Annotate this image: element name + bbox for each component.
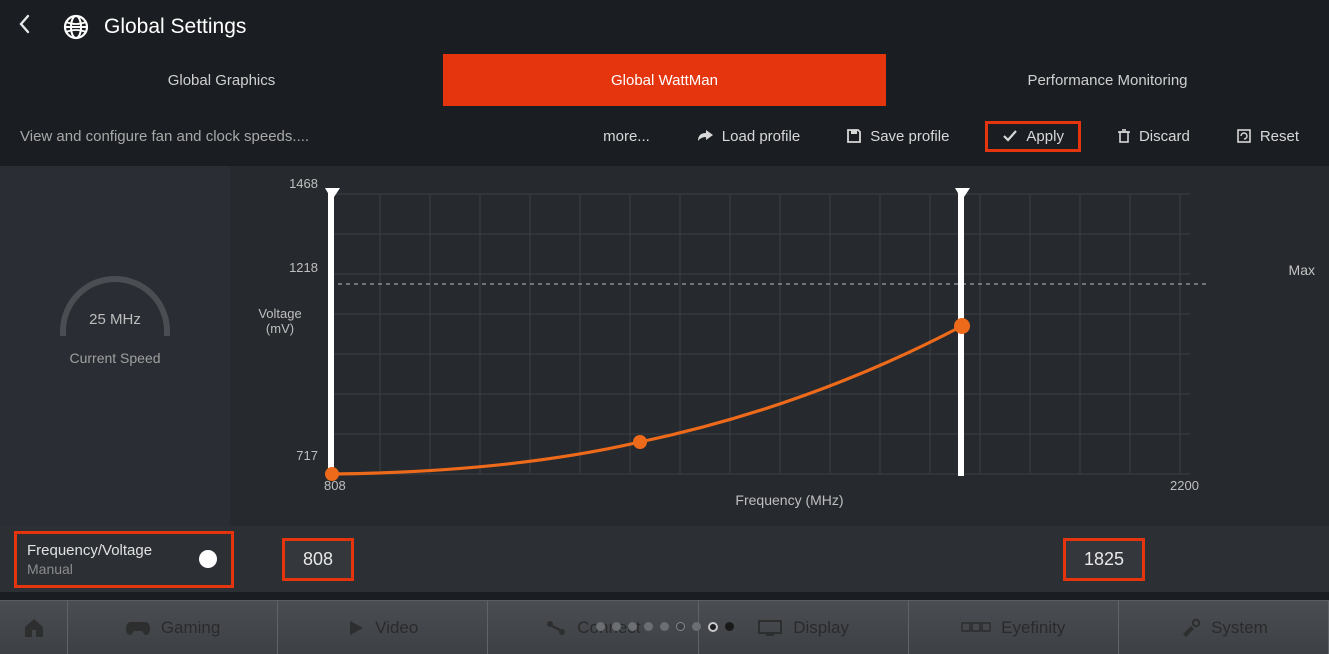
- y-tick: 1468: [268, 176, 318, 191]
- globe-icon: [62, 13, 90, 41]
- freq-min-input[interactable]: 808: [282, 538, 354, 581]
- nav-label: Gaming: [161, 618, 221, 638]
- y-axis-label: Voltage (mV): [250, 306, 310, 336]
- gamepad-icon: [125, 619, 151, 637]
- check-icon: [1002, 129, 1018, 143]
- trash-icon: [1117, 128, 1131, 144]
- back-button[interactable]: [18, 14, 32, 40]
- discard-label: Discard: [1139, 128, 1190, 145]
- x-tick: 2200: [1170, 478, 1199, 493]
- x-tick: 808: [324, 478, 346, 493]
- save-profile-label: Save profile: [870, 128, 949, 145]
- speed-label: Current Speed: [69, 350, 160, 366]
- freq-max-input[interactable]: 1825: [1063, 538, 1145, 581]
- max-label: Max: [1289, 262, 1315, 278]
- fv-mode: Manual: [27, 561, 152, 577]
- more-button[interactable]: more...: [593, 122, 660, 151]
- y-tick: 717: [268, 448, 318, 463]
- page-dots: [596, 622, 734, 632]
- load-profile-label: Load profile: [722, 128, 800, 145]
- reset-icon: [1236, 128, 1252, 144]
- page-title: Global Settings: [104, 15, 246, 39]
- speed-value: 25 MHz: [89, 311, 141, 328]
- connect-icon: [545, 619, 567, 637]
- tools-icon: [1179, 618, 1201, 638]
- save-icon: [846, 128, 862, 144]
- nav-label: Eyefinity: [1001, 618, 1065, 638]
- play-icon: [347, 619, 365, 637]
- tab-performance-monitoring[interactable]: Performance Monitoring: [886, 54, 1329, 106]
- radio-dot-icon: [199, 550, 217, 568]
- current-speed-panel: 25 MHz Current Speed: [0, 166, 230, 526]
- share-arrow-icon: [696, 129, 714, 143]
- home-icon: [22, 617, 46, 639]
- freq-voltage-chart[interactable]: Voltage (mV) 1468 1218 717 Max: [230, 166, 1329, 526]
- nav-label: Video: [375, 618, 418, 638]
- y-tick: 1218: [268, 260, 318, 275]
- discard-button[interactable]: Discard: [1107, 122, 1200, 151]
- display-icon: [757, 619, 783, 637]
- apply-button[interactable]: Apply: [985, 121, 1081, 152]
- save-profile-button[interactable]: Save profile: [836, 122, 959, 151]
- nav-video[interactable]: Video: [278, 601, 488, 654]
- nav-gaming[interactable]: Gaming: [68, 601, 278, 654]
- tab-global-wattman[interactable]: Global WattMan: [443, 54, 886, 106]
- nav-system[interactable]: System: [1119, 601, 1329, 654]
- tab-global-graphics[interactable]: Global Graphics: [0, 54, 443, 106]
- nav-eyefinity[interactable]: Eyefinity: [909, 601, 1119, 654]
- load-profile-button[interactable]: Load profile: [686, 122, 810, 151]
- reset-label: Reset: [1260, 128, 1299, 145]
- nav-label: System: [1211, 618, 1268, 638]
- speed-gauge-icon: 25 MHz: [60, 276, 170, 336]
- freq-voltage-mode-toggle[interactable]: Frequency/Voltage Manual: [14, 531, 234, 588]
- multi-display-icon: [961, 620, 991, 636]
- x-axis-label: Frequency (MHz): [290, 492, 1289, 508]
- nav-home[interactable]: [0, 601, 68, 654]
- fv-title: Frequency/Voltage: [27, 542, 152, 559]
- apply-label: Apply: [1026, 128, 1064, 145]
- reset-button[interactable]: Reset: [1226, 122, 1309, 151]
- subbar-description: View and configure fan and clock speeds.…: [20, 128, 309, 145]
- nav-label: Display: [793, 618, 849, 638]
